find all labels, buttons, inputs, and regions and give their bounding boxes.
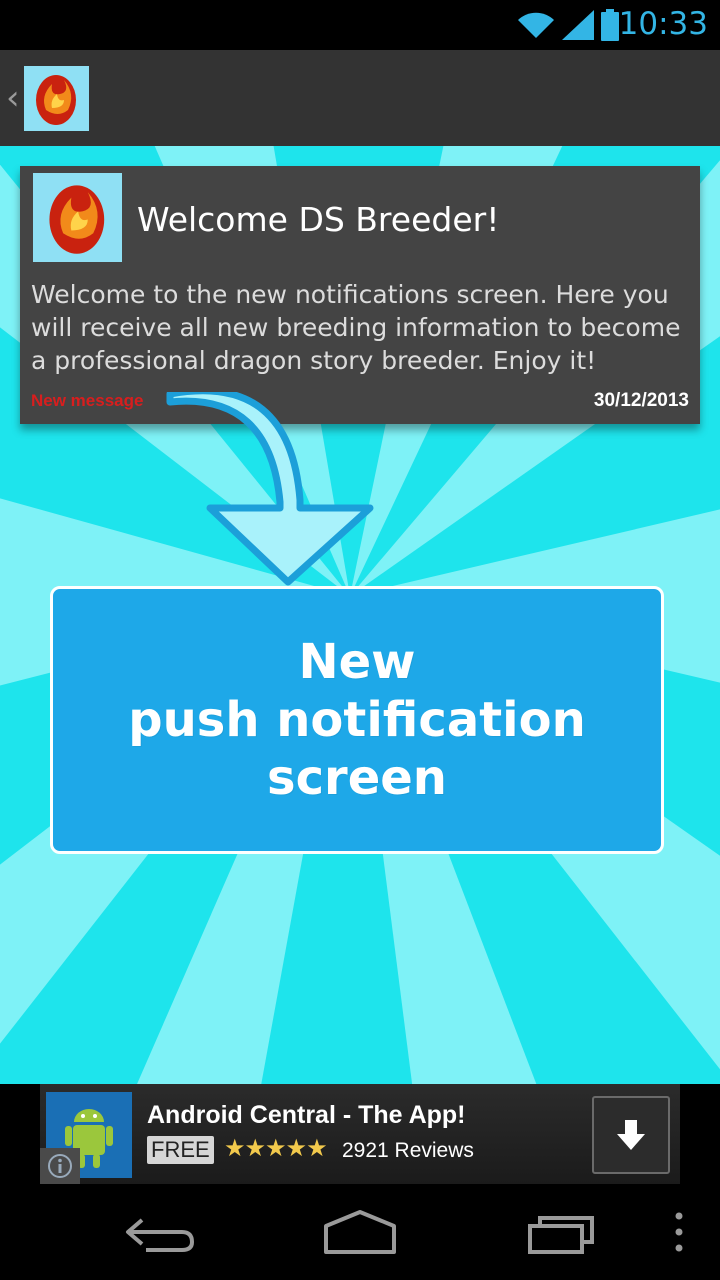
dragon-egg-icon — [33, 173, 122, 262]
battery-icon — [601, 9, 619, 41]
new-push-notification-banner: New push notification screen — [50, 586, 664, 854]
status-bar: 10:33 — [0, 0, 720, 50]
banner-line-3: screen — [267, 750, 447, 806]
dragon-egg-icon[interactable] — [24, 66, 89, 131]
signal-icon — [562, 10, 594, 40]
notification-date: 30/12/2013 — [593, 390, 689, 411]
up-navigation-icon[interactable]: ‹ — [6, 78, 20, 118]
notification-tag: New message — [31, 391, 144, 410]
banner-line-1: New — [298, 634, 416, 690]
notification-title: Welcome DS Breeder! — [137, 200, 500, 239]
notification-card[interactable]: Welcome DS Breeder! Welcome to the new n… — [20, 166, 700, 424]
overflow-menu-icon[interactable] — [672, 1206, 686, 1258]
ad-banner[interactable]: Android Central - The App! FREE ★★★★★ 29… — [40, 1084, 680, 1184]
banner-line-2: push notification — [128, 692, 586, 748]
notification-body: Welcome to the new notifications screen.… — [31, 280, 681, 375]
ad-rating-stars: ★★★★★ — [224, 1135, 328, 1162]
content-area: Welcome DS Breeder! Welcome to the new n… — [0, 146, 720, 1084]
home-icon[interactable] — [322, 1206, 398, 1258]
download-arrow-icon — [617, 1120, 645, 1150]
download-button[interactable] — [592, 1096, 670, 1174]
ad-review-count: 2921 Reviews — [342, 1139, 474, 1162]
curved-arrow-icon — [166, 392, 374, 586]
ad-info-icon[interactable] — [40, 1148, 80, 1184]
status-icons — [516, 8, 620, 42]
ad-title: Android Central - The App! — [147, 1101, 466, 1129]
recent-apps-icon[interactable] — [526, 1206, 598, 1258]
status-time: 10:33 — [618, 6, 708, 42]
back-icon[interactable] — [124, 1206, 196, 1258]
ad-bar: Android Central - The App! FREE ★★★★★ 29… — [0, 1084, 720, 1184]
action-bar: ‹ — [0, 50, 720, 146]
wifi-icon — [518, 12, 554, 38]
system-navigation-bar — [0, 1184, 720, 1280]
ad-price-badge: FREE — [147, 1136, 214, 1164]
